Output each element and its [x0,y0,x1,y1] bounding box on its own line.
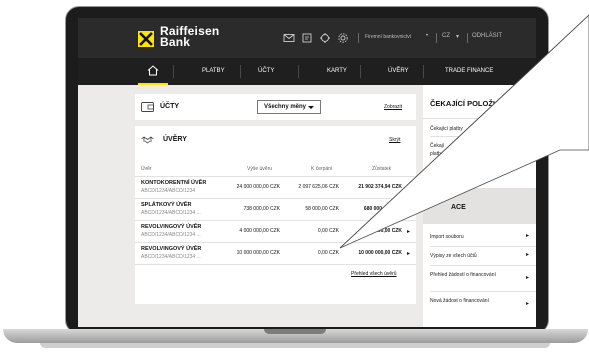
nav-separator [423,65,424,78]
top-separator [436,33,437,43]
column-header-amount: Výše úvěru [247,166,273,172]
chevron-down-icon[interactable]: ▾ [456,33,459,40]
table-row[interactable]: SPLÁTKOVÝ ÚVĚR ABCD/1234/ABCD/1234 ... 7… [135,198,416,220]
wallet-icon [141,102,154,112]
loans-card: ÚVĚRY Skrýt Úvěr Výše úvěru K čerpání Zů… [135,126,416,304]
table-row[interactable]: KONTOKORENTNÍ ÚVĚR ABCD/1234/ABCD/1234 2… [135,176,416,198]
loan-amount: 10 000 000,00 CZK [236,250,280,256]
quick-actions-header: ACE [423,188,536,224]
menu-item-new-financing-request[interactable]: Nová žádost o financování [430,297,500,305]
panel-title: ČEKAJÍCÍ POLOŽKY [430,99,504,108]
loan-balance: 21 902 374,94 CZK [358,184,402,190]
loan-name: REVOLVINGOVÝ ÚVĚR [141,246,202,252]
pending-payments-item[interactable]: Čekající platby [430,125,463,133]
panel-divider [423,118,536,119]
loan-name: SPLÁTKOVÝ ÚVĚR [141,202,192,208]
loan-balance: 680 000 [363,206,382,212]
panel-divider [430,291,536,292]
chevron-right-icon[interactable]: ▸ [407,250,410,257]
chevron-right-icon[interactable]: ▸ [526,232,529,239]
table-row[interactable]: REVOLVINGOVÝ ÚVĚR ABCD/1234/ABCD/1234 ..… [135,220,416,242]
accounts-title: ÚČTY [160,103,180,110]
brand-line-2: Bank [160,35,191,49]
loan-balance: 000 000,00 CZK [365,228,402,234]
nav-separator [298,65,299,78]
loan-amount: 4 000 000,00 CZK [239,228,280,234]
nav-separator [360,65,361,78]
chevron-right-icon[interactable]: ▸ [407,228,410,235]
nav-item-payments[interactable]: PLATBY [202,68,225,74]
handshake-icon [141,136,154,144]
top-separator [358,33,359,43]
loan-name: REVOLVINGOVÝ ÚVĚR [141,224,202,230]
top-bar: Raiffeisen Bank Firemní bankovnictví • C… [78,18,536,58]
loan-account: ABCD/1234/ABCD/1234 ... [141,254,201,260]
chevron-right-icon[interactable]: ▸ [526,251,529,258]
show-accounts-link[interactable]: Zobrazit [384,104,402,110]
panel-divider [430,246,536,247]
loan-available: 0,00 CZK [317,228,339,234]
panel-divider [430,265,536,266]
loan-balance: 10 000 000,00 CZK [358,250,402,256]
nav-item-trade-finance[interactable]: TRADE FINANCE [445,68,493,74]
laptop-shadow [40,343,550,348]
loan-account: ABCD/1234/ABCD/1234 ... [141,232,201,238]
loan-available: 58 000,00 CZK [305,206,339,212]
document-icon[interactable] [301,32,313,44]
chevron-right-icon[interactable]: ▸ [526,274,529,281]
mail-icon[interactable] [283,32,295,44]
settings-tools-icon[interactable] [319,32,331,44]
home-icon [147,65,159,76]
table-row[interactable]: REVOLVINGOVÝ ÚVĚR ABCD/1234/ABCD/1234 ..… [135,242,416,264]
nav-separator [173,65,174,78]
logout-link[interactable]: ODHLÁSIT [472,33,502,39]
nav-home[interactable] [138,58,168,85]
nav-item-loans[interactable]: ÚVĚRY [388,68,409,74]
pending-item[interactable]: Čekají [430,142,444,150]
language-selector[interactable]: CZ [442,33,450,39]
main-navigation: PLATBY ÚČTY KARTY ÚVĚRY TRADE FINANCE [78,58,536,85]
screen: Raiffeisen Bank Firemní bankovnictví • C… [78,18,536,327]
laptop-notch [264,329,326,334]
top-separator [467,33,468,43]
nav-separator [240,65,241,78]
chevron-right-icon[interactable]: ▸ [526,300,529,307]
column-header-balance: Zůstatek [372,166,392,172]
loan-name: KONTOKORENTNÍ ÚVĚR [141,180,207,186]
all-loans-link[interactable]: Přehled všech úvěrů [351,271,397,277]
pending-item-continued: platb [430,151,441,157]
column-header-available: K čerpání [311,166,333,172]
panel-divider [430,136,536,137]
loan-account: ABCD/1234/ABCD/1234 ... [141,210,201,216]
nav-item-accounts[interactable]: ÚČTY [258,68,274,74]
chevron-down-icon [308,106,314,109]
loan-available: 0,00 CZK [317,250,339,256]
menu-item-statements[interactable]: Výpisy ze všech účtů [430,252,477,260]
loan-available: 2 097 625,06 CZK [298,184,339,190]
hide-loans-link[interactable]: Skrýt [389,137,400,143]
column-header-loan: Úvěr [141,166,152,172]
brand-name: Raiffeisen Bank [160,25,219,49]
menu-item-import[interactable]: Import souboru [430,233,464,241]
table-divider [135,264,416,265]
accounts-card: ÚČTY Všechny měny Zobrazit [135,94,416,120]
menu-item-financing-requests[interactable]: Přehled žádostí o financování [430,271,500,279]
currency-select[interactable]: Všechny měny [257,100,321,114]
dot-separator: • [426,33,429,39]
gear-icon[interactable] [337,32,349,44]
loans-title: ÚVĚRY [163,136,187,143]
loan-amount: 24 000 000,00 CZK [236,184,280,190]
loan-account: ABCD/1234/ABCD/1234 [141,188,196,194]
quick-actions-title: ACE [451,204,466,211]
nav-item-cards[interactable]: KARTY [327,68,347,74]
currency-select-value: Všechny měny [264,104,307,110]
loan-amount: 738 000,00 CZK [243,206,280,212]
pending-items-panel: ČEKAJÍCÍ POLOŽKY Čekající platby Čekají … [423,85,536,327]
crossed-gables-icon [139,32,153,46]
brand-logo-icon[interactable] [138,31,154,47]
corporate-banking-link[interactable]: Firemní bankovnictví [365,34,411,40]
